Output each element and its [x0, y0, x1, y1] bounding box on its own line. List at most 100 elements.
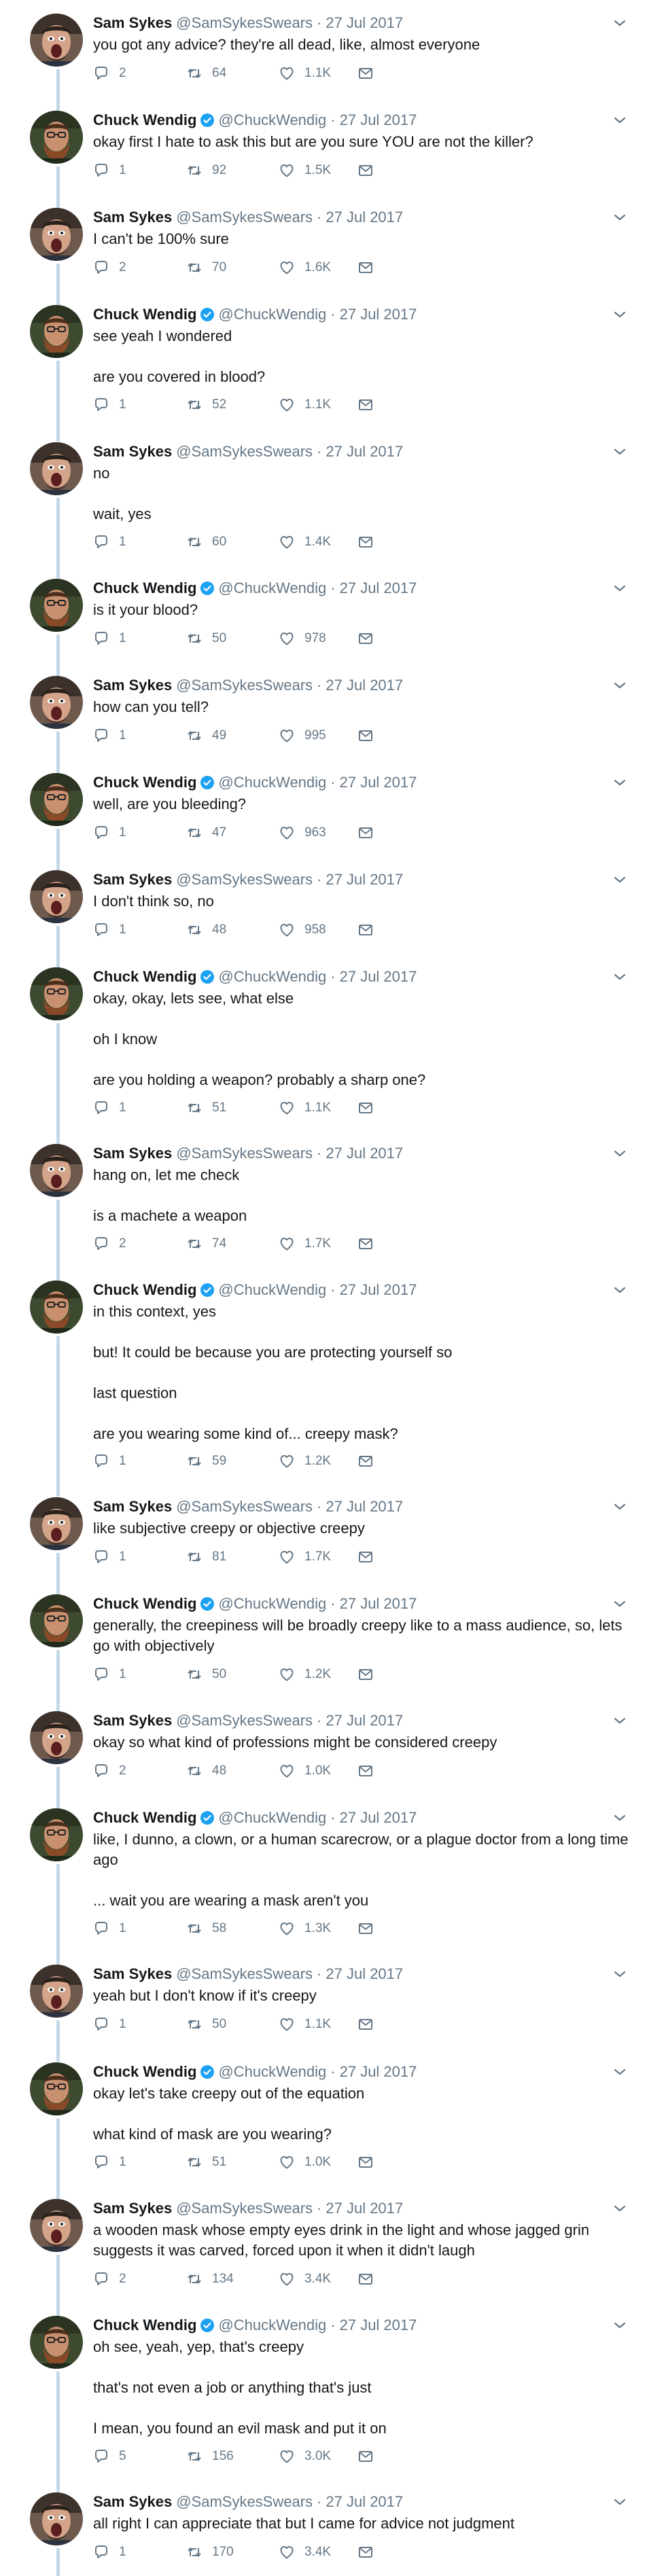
tweet-date[interactable]: 27 Jul 2017: [340, 1281, 417, 1298]
avatar-sam-sykes[interactable]: [30, 2199, 83, 2252]
reply-button[interactable]: 2: [93, 1234, 126, 1254]
tweet-date[interactable]: 27 Jul 2017: [326, 1712, 403, 1729]
reply-button[interactable]: 1: [93, 726, 126, 746]
avatar-sam-sykes[interactable]: [30, 870, 83, 923]
tweet-date[interactable]: 27 Jul 2017: [326, 2493, 403, 2510]
retweet-button[interactable]: 50: [186, 2014, 226, 2035]
more-options-button[interactable]: [612, 306, 628, 323]
like-button[interactable]: 1.0K: [279, 1761, 331, 1781]
direct-message-button[interactable]: [357, 628, 374, 649]
reply-button[interactable]: 1: [93, 1918, 126, 1939]
avatar-sam-sykes[interactable]: [30, 208, 83, 261]
avatar-sam-sykes[interactable]: [30, 1965, 83, 2018]
like-button[interactable]: 1.5K: [279, 160, 331, 181]
reply-button[interactable]: 2: [93, 257, 126, 278]
avatar-chuck-wendig[interactable]: [30, 111, 83, 164]
retweet-button[interactable]: 156: [186, 2446, 234, 2467]
retweet-button[interactable]: 52: [186, 395, 226, 415]
author-handle[interactable]: @ChuckWendig: [218, 2063, 326, 2080]
direct-message-button[interactable]: [357, 1451, 374, 1471]
retweet-button[interactable]: 170: [186, 2542, 234, 2562]
retweet-button[interactable]: 64: [186, 63, 226, 84]
author-name[interactable]: Chuck Wendig: [93, 2316, 196, 2333]
direct-message-button[interactable]: [357, 2014, 374, 2035]
retweet-button[interactable]: 48: [186, 1761, 226, 1781]
direct-message-button[interactable]: [357, 532, 374, 552]
retweet-button[interactable]: 50: [186, 628, 226, 649]
author-handle[interactable]: @ChuckWendig: [218, 1281, 326, 1298]
reply-button[interactable]: 2: [93, 63, 126, 84]
tweet-date[interactable]: 27 Jul 2017: [326, 209, 403, 226]
author-name[interactable]: Chuck Wendig: [93, 111, 196, 128]
author-name[interactable]: Sam Sykes: [93, 1145, 172, 1162]
avatar-chuck-wendig[interactable]: [30, 1594, 83, 1647]
avatar-chuck-wendig[interactable]: [30, 1808, 83, 1861]
more-options-button[interactable]: [612, 2494, 628, 2510]
reply-button[interactable]: 1: [93, 823, 126, 843]
author-name[interactable]: Chuck Wendig: [93, 306, 196, 323]
like-button[interactable]: 1.1K: [279, 63, 331, 84]
avatar-sam-sykes[interactable]: [30, 1144, 83, 1197]
retweet-button[interactable]: 92: [186, 160, 226, 181]
more-options-button[interactable]: [612, 677, 628, 694]
more-options-button[interactable]: [612, 15, 628, 31]
author-name[interactable]: Chuck Wendig: [93, 1595, 196, 1612]
tweet-date[interactable]: 27 Jul 2017: [340, 579, 417, 596]
author-handle[interactable]: @ChuckWendig: [218, 968, 326, 985]
avatar-chuck-wendig[interactable]: [30, 967, 83, 1020]
author-name[interactable]: Sam Sykes: [93, 1965, 172, 1982]
author-name[interactable]: Sam Sykes: [93, 14, 172, 31]
direct-message-button[interactable]: [357, 2446, 374, 2467]
like-button[interactable]: 995: [279, 726, 326, 746]
like-button[interactable]: 1.1K: [279, 395, 331, 415]
tweet-date[interactable]: 27 Jul 2017: [340, 2316, 417, 2333]
retweet-button[interactable]: 59: [186, 1451, 226, 1471]
avatar-sam-sykes[interactable]: [30, 2492, 83, 2545]
reply-button[interactable]: 1: [93, 1098, 126, 1118]
more-options-button[interactable]: [612, 1810, 628, 1826]
direct-message-button[interactable]: [357, 1761, 374, 1781]
reply-button[interactable]: 1: [93, 2152, 126, 2172]
more-options-button[interactable]: [612, 1282, 628, 1298]
reply-button[interactable]: 1: [93, 532, 126, 552]
author-name[interactable]: Chuck Wendig: [93, 2063, 196, 2080]
avatar-sam-sykes[interactable]: [30, 1497, 83, 1550]
direct-message-button[interactable]: [357, 1664, 374, 1685]
tweet-date[interactable]: 27 Jul 2017: [326, 1145, 403, 1162]
author-name[interactable]: Chuck Wendig: [93, 579, 196, 596]
avatar-chuck-wendig[interactable]: [30, 2062, 83, 2115]
reply-button[interactable]: 1: [93, 1547, 126, 1567]
more-options-button[interactable]: [612, 209, 628, 226]
avatar-sam-sykes[interactable]: [30, 14, 83, 67]
reply-button[interactable]: 1: [93, 395, 126, 415]
retweet-button[interactable]: 60: [186, 532, 226, 552]
more-options-button[interactable]: [612, 580, 628, 596]
tweet-date[interactable]: 27 Jul 2017: [340, 1595, 417, 1612]
author-name[interactable]: Sam Sykes: [93, 443, 172, 460]
author-name[interactable]: Sam Sykes: [93, 1712, 172, 1729]
direct-message-button[interactable]: [357, 823, 374, 843]
author-name[interactable]: Chuck Wendig: [93, 774, 196, 791]
like-button[interactable]: 1.2K: [279, 1451, 331, 1471]
like-button[interactable]: 1.2K: [279, 1664, 331, 1685]
retweet-button[interactable]: 47: [186, 823, 226, 843]
author-handle[interactable]: @SamSykesSwears: [176, 1965, 313, 1982]
author-handle[interactable]: @SamSykesSwears: [176, 1145, 313, 1162]
tweet-date[interactable]: 27 Jul 2017: [340, 306, 417, 323]
author-name[interactable]: Chuck Wendig: [93, 1809, 196, 1826]
reply-button[interactable]: 2: [93, 1761, 126, 1781]
author-handle[interactable]: @SamSykesSwears: [176, 2200, 313, 2217]
author-name[interactable]: Sam Sykes: [93, 1498, 172, 1515]
direct-message-button[interactable]: [357, 63, 374, 84]
author-handle[interactable]: @ChuckWendig: [218, 774, 326, 791]
direct-message-button[interactable]: [357, 920, 374, 940]
retweet-button[interactable]: 81: [186, 1547, 226, 1567]
direct-message-button[interactable]: [357, 1234, 374, 1254]
more-options-button[interactable]: [612, 1145, 628, 1162]
avatar-sam-sykes[interactable]: [30, 1711, 83, 1764]
avatar-chuck-wendig[interactable]: [30, 1281, 83, 1334]
more-options-button[interactable]: [612, 969, 628, 985]
author-name[interactable]: Sam Sykes: [93, 209, 172, 226]
author-handle[interactable]: @ChuckWendig: [218, 1595, 326, 1612]
reply-button[interactable]: 1: [93, 1451, 126, 1471]
